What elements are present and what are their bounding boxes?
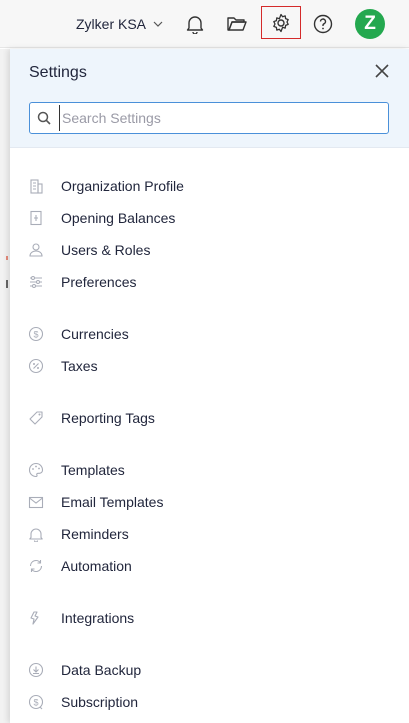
palette-icon [28,462,44,478]
mail-icon [28,494,44,510]
menu-item-label: Opening Balances [61,210,176,226]
menu-item-label: Reminders [61,526,129,542]
subscription-icon: $ [28,694,44,710]
menu-item-label: Integrations [61,610,135,626]
menu-item-label: Data Backup [61,662,142,678]
menu-item-label: Preferences [61,274,137,290]
help-button[interactable] [308,9,338,39]
close-icon [375,64,389,78]
currency-icon: $ [28,326,44,342]
menu-item-label: Subscription [61,694,139,710]
menu-item-organization-profile[interactable]: Organization Profile [10,172,409,200]
tag-icon [28,410,44,426]
menu-item-users-roles[interactable]: Users & Roles [10,236,409,264]
settings-button[interactable] [261,6,301,39]
menu-item-label: Templates [61,462,125,478]
top-header: Zylker KSA Z [0,0,409,48]
sliders-icon [28,274,44,290]
bell-icon [186,16,204,34]
backdrop-mark [6,280,8,288]
menu-item-preferences[interactable]: Preferences [10,268,409,296]
menu-item-label: Organization Profile [61,178,184,194]
gear-icon [273,13,289,32]
menu-item-label: Automation [61,558,132,574]
download-icon [28,662,44,678]
menu-item-reporting-tags[interactable]: Reporting Tags [10,404,409,432]
menu-item-automation[interactable]: Automation [10,552,409,580]
users-icon [28,242,44,258]
menu-item-opening-balances[interactable]: Opening Balances [10,204,409,232]
settings-panel-header: Settings [10,49,409,148]
percent-icon [28,358,44,374]
menu-item-label: Email Templates [61,494,164,510]
notifications-button[interactable] [180,9,210,39]
svg-text:$: $ [33,330,38,340]
menu-item-label: Reporting Tags [61,410,155,426]
bell-icon [28,526,44,542]
menu-item-currencies[interactable]: $ Currencies [10,320,409,348]
search-icon [37,111,51,125]
settings-panel: Settings Organization Profile Opening Ba… [10,49,409,723]
menu-item-integrations[interactable]: Integrations [10,604,409,632]
chevron-down-icon [153,21,163,27]
org-switcher[interactable]: Zylker KSA [76,14,163,34]
refresh-icon [28,558,44,574]
menu-item-templates[interactable]: Templates [10,456,409,484]
search-input[interactable] [59,105,379,131]
plug-icon [28,610,44,626]
ledger-icon [28,210,44,226]
menu-item-data-backup[interactable]: Data Backup [10,656,409,684]
panel-title: Settings [29,64,87,81]
org-name: Zylker KSA [76,16,147,32]
menu-item-subscription[interactable]: $ Subscription [10,688,409,716]
close-button[interactable] [372,61,392,81]
menu-item-email-templates[interactable]: Email Templates [10,488,409,516]
documents-button[interactable] [222,9,252,39]
avatar[interactable]: Z [355,9,385,39]
svg-text:$: $ [33,698,38,708]
menu-item-taxes[interactable]: Taxes [10,352,409,380]
help-icon [313,14,333,34]
building-icon [28,178,44,194]
menu-item-label: Users & Roles [61,242,151,258]
menu-item-reminders[interactable]: Reminders [10,520,409,548]
menu-item-label: Currencies [61,326,129,342]
folder-icon [227,17,247,31]
search-box [29,102,389,134]
menu-item-label: Taxes [61,358,98,374]
backdrop-mark [6,256,8,260]
